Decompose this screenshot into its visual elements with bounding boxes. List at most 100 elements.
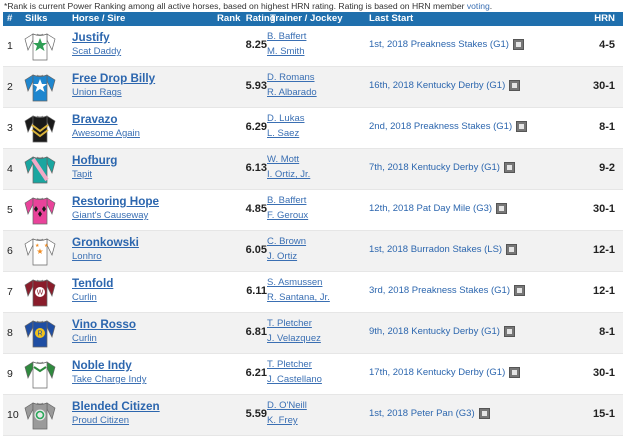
trainer-link[interactable]: W. Mott (267, 154, 299, 165)
teal-sash-silk-icon (22, 152, 58, 186)
hrn-odds: 9-2 (599, 162, 615, 174)
last-start-link[interactable]: 16th, 2018 Kentucky Derby (G1) (369, 80, 505, 91)
trainer-link[interactable]: T. Pletcher (267, 318, 312, 329)
blue-r-silk-icon: R (22, 316, 58, 350)
table-row: 5 Restoring Hope Giant's Causeway 4.85 B… (3, 190, 623, 231)
last-start: 2nd, 2018 Preakness Stakes (G1) (369, 121, 528, 132)
horse-name-link[interactable]: Free Drop Billy (72, 72, 155, 85)
rating-value: 5.93 (245, 80, 267, 92)
jockey-link[interactable]: M. Smith (267, 46, 304, 57)
horse-name-link[interactable]: Bravazo (72, 113, 117, 126)
sire-link[interactable]: Proud Citizen (72, 415, 129, 426)
video-replay-icon[interactable] (512, 39, 524, 50)
svg-text:★: ★ (44, 243, 49, 249)
last-start-link[interactable]: 12th, 2018 Pat Day Mile (G3) (369, 203, 492, 214)
video-replay-icon[interactable] (506, 244, 518, 255)
sire-link[interactable]: Take Charge Indy (72, 374, 146, 385)
sire-link[interactable]: Giant's Causeway (72, 210, 148, 221)
blue-star-silk-icon (22, 70, 58, 104)
video-replay-icon[interactable] (503, 162, 515, 173)
orange-stars-silk-icon: ★ ★ ★ (22, 234, 58, 268)
jockey-link[interactable]: L. Saez (267, 128, 299, 139)
horse-name-link[interactable]: Vino Rosso (72, 318, 136, 331)
video-replay-icon[interactable] (496, 203, 508, 214)
jockey-link[interactable]: F. Geroux (267, 210, 308, 221)
horse-name-link[interactable]: Justify (72, 31, 110, 44)
rank-number: 7 (7, 286, 13, 298)
horse-name-link[interactable]: Restoring Hope (72, 195, 159, 208)
video-replay-icon[interactable] (478, 408, 490, 419)
video-replay-icon[interactable] (503, 326, 515, 337)
header-hrn: HRN (594, 13, 615, 24)
trainer-link[interactable]: B. Baffert (267, 31, 306, 42)
sire-link[interactable]: Curlin (72, 292, 97, 303)
last-start: 16th, 2018 Kentucky Derby (G1) (369, 80, 521, 91)
table-row: 6 ★ ★ ★ Gronkowski Lonhro 6.05 C. Brown J.… (3, 231, 623, 272)
ranking-note-text: *Rank is current Power Ranking among all… (4, 1, 467, 11)
horse-name-link[interactable]: Blended Citizen (72, 400, 160, 413)
header-horse-sire: Horse / Sire (72, 13, 126, 24)
table-row: 4 Hofburg Tapit 6.13 W. Mott I. Ortiz, J… (3, 149, 623, 190)
sire-link[interactable]: Curlin (72, 333, 97, 344)
sire-link[interactable]: Union Rags (72, 87, 122, 98)
pink-diamonds-silk-icon (22, 193, 58, 227)
trainer-link[interactable]: B. Baffert (267, 195, 306, 206)
jockey-link[interactable]: I. Ortiz, Jr. (267, 169, 310, 180)
rank-number: 5 (7, 204, 13, 216)
last-start-link[interactable]: 1st, 2018 Burradon Stakes (LS) (369, 244, 502, 255)
rating-value: 5.59 (245, 408, 267, 420)
rating-value: 6.29 (245, 121, 267, 133)
jockey-link[interactable]: J. Velazquez (267, 333, 321, 344)
hrn-odds: 8-1 (599, 121, 615, 133)
rank-number: 10 (7, 409, 19, 421)
hrn-odds: 30-1 (592, 80, 615, 92)
jockey-link[interactable]: R. Santana, Jr. (267, 292, 330, 303)
header-num: # (7, 13, 13, 24)
last-start: 12th, 2018 Pat Day Mile (G3) (369, 203, 508, 214)
video-replay-icon[interactable] (516, 121, 528, 132)
jockey-link[interactable]: J. Ortiz (267, 251, 297, 262)
last-start-link[interactable]: 7th, 2018 Kentucky Derby (G1) (369, 162, 500, 173)
hrn-odds: 30-1 (592, 367, 615, 379)
video-replay-icon[interactable] (514, 285, 525, 296)
horse-name-link[interactable]: Noble Indy (72, 359, 132, 372)
jockey-link[interactable]: R. Albarado (267, 87, 317, 98)
horse-name-link[interactable]: Gronkowski (72, 236, 139, 249)
trainer-link[interactable]: D. Lukas (267, 113, 305, 124)
last-start-link[interactable]: 17th, 2018 Kentucky Derby (G1) (369, 367, 505, 378)
rank-number: 2 (7, 81, 13, 93)
last-start-link[interactable]: 9th, 2018 Kentucky Derby (G1) (369, 326, 500, 337)
last-start-link[interactable]: 3rd, 2018 Preakness Stakes (G1) (369, 285, 510, 296)
green-white-silk-icon (22, 357, 58, 391)
trainer-link[interactable]: T. Pletcher (267, 359, 312, 370)
rating-value: 6.81 (245, 326, 267, 338)
trainer-link[interactable]: D. Romans (267, 72, 315, 83)
last-start-link[interactable]: 2nd, 2018 Preakness Stakes (G1) (369, 121, 512, 132)
trainer-link[interactable]: D. O'Neill (267, 400, 307, 411)
trainer-link[interactable]: S. Asmussen (267, 277, 322, 288)
video-replay-icon[interactable] (509, 367, 521, 378)
horse-name-link[interactable]: Tenfold (72, 277, 113, 290)
header-rank-rating: Rank Rating (217, 13, 276, 24)
rating-value: 6.05 (245, 244, 267, 256)
hrn-odds: 12-1 (592, 244, 615, 256)
video-replay-icon[interactable] (509, 80, 521, 91)
voting-link[interactable]: voting (467, 1, 490, 11)
jockey-link[interactable]: K. Frey (267, 415, 298, 426)
sire-link[interactable]: Tapit (72, 169, 92, 180)
horse-name-link[interactable]: Hofburg (72, 154, 117, 167)
sire-link[interactable]: Lonhro (72, 251, 102, 262)
last-start: 1st, 2018 Preakness Stakes (G1) (369, 39, 524, 50)
rating-value: 4.85 (245, 203, 267, 215)
jockey-link[interactable]: J. Castellano (267, 374, 322, 385)
last-start-link[interactable]: 1st, 2018 Preakness Stakes (G1) (369, 39, 509, 50)
rank-number: 3 (7, 122, 13, 134)
sire-link[interactable]: Scat Daddy (72, 46, 121, 57)
trainer-link[interactable]: C. Brown (267, 236, 306, 247)
sire-link[interactable]: Awesome Again (72, 128, 140, 139)
last-start: 3rd, 2018 Preakness Stakes (G1) (369, 285, 525, 296)
hrn-odds: 30-1 (592, 203, 615, 215)
last-start-link[interactable]: 1st, 2018 Peter Pan (G3) (369, 408, 475, 419)
hrn-odds: 15-1 (592, 408, 615, 420)
table-row: 10 Blended Citizen Proud Citizen 5.59 D.… (3, 395, 623, 436)
